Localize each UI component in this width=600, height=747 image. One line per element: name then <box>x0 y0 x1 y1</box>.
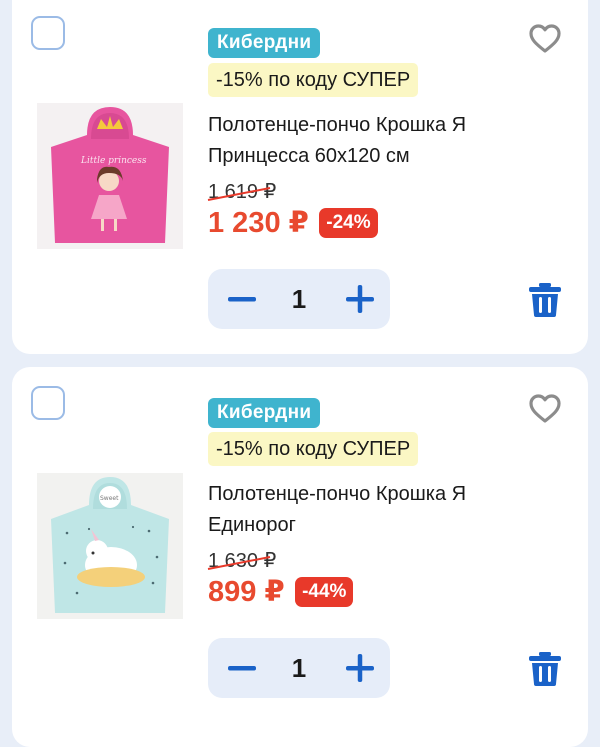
seller-badge: Кибердни <box>208 398 321 428</box>
product-image-princess[interactable]: Little princess <box>37 103 183 249</box>
select-item-checkbox[interactable] <box>31 16 65 50</box>
heart-icon[interactable] <box>528 392 562 426</box>
quantity-stepper: 1 <box>208 638 390 698</box>
price-row: 1 230 ₽ -24% <box>208 206 378 240</box>
trash-icon[interactable] <box>527 282 563 318</box>
strikethrough-line <box>207 187 271 201</box>
select-item-checkbox[interactable] <box>31 386 65 420</box>
strikethrough-line <box>207 556 271 570</box>
unicorn-poncho-photo: Sweet <box>37 473 183 619</box>
old-price: 1 619 ₽ <box>207 180 276 204</box>
discount-badge: -24% <box>319 208 378 238</box>
old-price: 1 630 ₽ <box>207 549 276 573</box>
product-image-unicorn[interactable]: Sweet <box>37 473 183 619</box>
quantity-stepper: 1 <box>208 269 390 329</box>
svg-text:Little princess: Little princess <box>80 156 147 166</box>
cart-item-card: Little princess Кибердни -15% по коду СУ… <box>12 0 588 354</box>
product-title[interactable]: Полотенце-пончо Крошка Я Единорог <box>208 479 548 541</box>
quantity-value[interactable]: 1 <box>272 638 326 698</box>
princess-poncho-photo: Little princess <box>37 103 183 249</box>
minus-icon[interactable] <box>212 269 270 329</box>
heart-icon[interactable] <box>528 22 562 56</box>
plus-icon[interactable] <box>330 269 388 329</box>
discount-badge: -44% <box>295 577 354 607</box>
quantity-value[interactable]: 1 <box>272 269 326 329</box>
svg-text:Sweet: Sweet <box>100 495 119 502</box>
promo-code-badge: -15% по коду СУПЕР <box>208 432 419 466</box>
seller-badge: Кибердни <box>208 28 321 58</box>
promo-code-badge: -15% по коду СУПЕР <box>208 63 419 97</box>
current-price: 1 230 ₽ <box>208 207 309 239</box>
current-price: 899 ₽ <box>208 576 285 608</box>
plus-icon[interactable] <box>330 638 388 698</box>
product-title[interactable]: Полотенце-пончо Крошка Я Принцесса 60х12… <box>208 110 548 172</box>
minus-icon[interactable] <box>212 638 270 698</box>
cart-item-card: Sweet Кибердни -15% по коду СУПЕР Полоте… <box>12 367 588 747</box>
price-row: 899 ₽ -44% <box>208 575 354 609</box>
trash-icon[interactable] <box>527 651 563 687</box>
